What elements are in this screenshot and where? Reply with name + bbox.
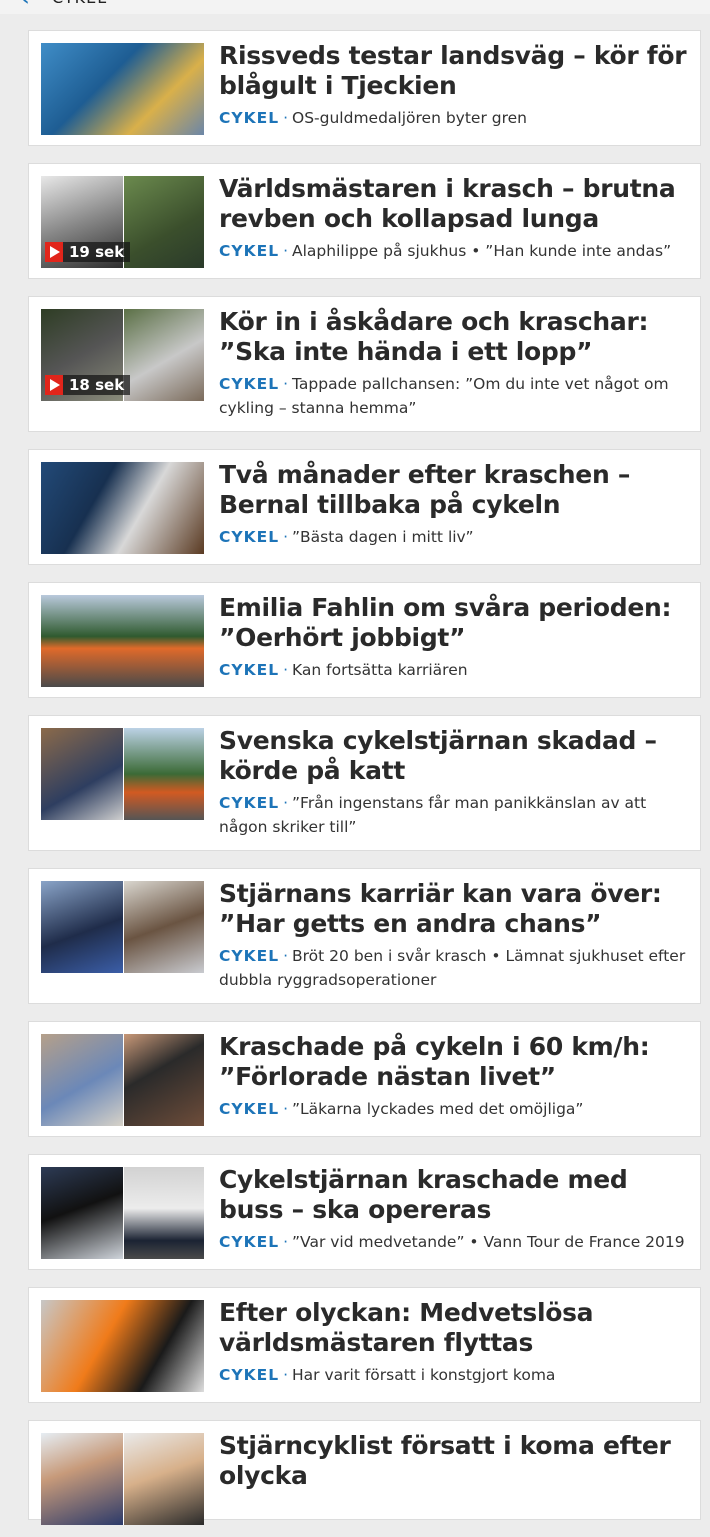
section-label[interactable]: CYKEL <box>219 375 279 393</box>
article-meta: CYKEL · ”Från ingenstans får man panikkäns… <box>219 791 690 839</box>
breadcrumb-bar: ‹ CYKEL <box>0 0 710 14</box>
article-meta: CYKEL · Kan fortsätta karriären <box>219 658 690 682</box>
article-headline[interactable]: Efter olyckan: Medvetslösa världsmästare… <box>219 1298 690 1358</box>
article-card[interactable]: Rissveds testar landsväg – kör för blågu… <box>28 30 701 146</box>
thumbnail-image-right <box>122 176 204 268</box>
article-headline[interactable]: Svenska cykelstjärnan skadad – körde på … <box>219 726 690 786</box>
section-label[interactable]: CYKEL <box>219 1100 279 1118</box>
article-card[interactable]: 18 sek Kör in i åskådare och kraschar: ”S… <box>28 296 701 432</box>
article-subtitle: OS-guldmedaljören byter gren <box>292 109 527 127</box>
article-list: Rissveds testar landsväg – kör för blågu… <box>28 30 701 1537</box>
chevron-left-icon[interactable]: ‹ <box>22 0 29 10</box>
article-meta: CYKEL · ”Läkarna lyckades med det omöjliga… <box>219 1097 690 1121</box>
article-headline[interactable]: Rissveds testar landsväg – kör för blågu… <box>219 41 690 101</box>
article-headline[interactable]: Världsmästaren i krasch – brutna revben … <box>219 174 690 234</box>
separator-dot: · <box>283 1366 289 1384</box>
article-card[interactable]: Stjärncyklist försatt i koma efter olyck… <box>28 1420 701 1525</box>
article-thumbnail[interactable] <box>41 881 204 973</box>
article-card[interactable]: Svenska cykelstjärnan skadad – körde på … <box>28 715 701 851</box>
article-card[interactable]: Cykelstjärnan kraschade med buss – ska o… <box>28 1154 701 1270</box>
article-card[interactable]: 19 sek Världsmästaren i krasch – brutna r… <box>28 163 701 279</box>
article-thumbnail[interactable] <box>41 1433 204 1525</box>
thumbnail-image-left <box>41 728 123 820</box>
separator-dot: · <box>283 375 289 393</box>
article-card[interactable]: Kraschade på cykeln i 60 km/h: ”Förlorad… <box>28 1021 701 1137</box>
article-meta: CYKEL · ”Bästa dagen i mitt liv” <box>219 525 690 549</box>
article-meta: CYKEL · ”Var vid medvetande” • Vann Tour d… <box>219 1230 690 1254</box>
thumbnail-image-left <box>41 1167 123 1259</box>
article-thumbnail[interactable] <box>41 1034 204 1126</box>
article-headline[interactable]: Två månader efter kraschen – Bernal till… <box>219 460 690 520</box>
play-icon <box>45 242 63 262</box>
separator-dot: · <box>283 661 289 679</box>
video-duration: 19 sek <box>69 243 125 261</box>
article-meta: CYKEL · Tappade pallchansen: ”Om du inte v… <box>219 372 690 420</box>
article-thumbnail[interactable]: 18 sek <box>41 309 204 401</box>
article-headline[interactable]: Cykelstjärnan kraschade med buss – ska o… <box>219 1165 690 1225</box>
thumbnail-image-left <box>41 1034 123 1126</box>
article-card[interactable]: Stjärnans karriär kan vara över: ”Har ge… <box>28 868 701 1004</box>
article-meta: CYKEL · Bröt 20 ben i svår krasch • Lämnat… <box>219 944 690 992</box>
video-duration-badge[interactable]: 18 sek <box>45 375 131 395</box>
article-headline[interactable]: Stjärncyklist försatt i koma efter olyck… <box>219 1431 690 1491</box>
article-subtitle: Har varit försatt i konstgjort koma <box>292 1366 556 1384</box>
thumbnail-image-right <box>122 1167 204 1259</box>
section-label[interactable]: CYKEL <box>219 794 279 812</box>
article-thumbnail[interactable]: 19 sek <box>41 176 204 268</box>
section-label[interactable]: CYKEL <box>219 947 279 965</box>
section-label[interactable]: CYKEL <box>219 1233 279 1251</box>
thumbnail-image-left <box>41 881 123 973</box>
play-icon <box>45 375 63 395</box>
separator-dot: · <box>283 1233 289 1251</box>
article-subtitle: Bröt 20 ben i svår krasch • Lämnat sjukh… <box>219 947 686 989</box>
article-thumbnail[interactable] <box>41 1300 204 1392</box>
article-card[interactable]: Emilia Fahlin om svåra perioden: ”Oerhör… <box>28 582 701 698</box>
separator-dot: · <box>283 109 289 127</box>
thumbnail-image-right <box>122 881 204 973</box>
article-thumbnail[interactable] <box>41 595 204 687</box>
thumbnail-image-right <box>122 1034 204 1126</box>
article-thumbnail[interactable] <box>41 1167 204 1259</box>
article-headline[interactable]: Kör in i åskådare och kraschar: ”Ska int… <box>219 307 690 367</box>
thumbnail-image-right <box>122 309 204 401</box>
section-label[interactable]: CYKEL <box>219 661 279 679</box>
article-meta: CYKEL · Har varit försatt i konstgjort kom… <box>219 1363 690 1387</box>
section-label[interactable]: CYKEL <box>219 109 279 127</box>
article-headline[interactable]: Kraschade på cykeln i 60 km/h: ”Förlorad… <box>219 1032 690 1092</box>
article-subtitle: ”Var vid medvetande” • Vann Tour de Fran… <box>292 1233 685 1251</box>
article-subtitle: Alaphilippe på sjukhus • ”Han kunde inte… <box>292 242 672 260</box>
article-thumbnail[interactable] <box>41 43 204 135</box>
breadcrumb[interactable]: CYKEL <box>52 0 107 8</box>
section-label[interactable]: CYKEL <box>219 242 279 260</box>
article-thumbnail[interactable] <box>41 728 204 820</box>
article-headline[interactable]: Emilia Fahlin om svåra perioden: ”Oerhör… <box>219 593 690 653</box>
article-thumbnail[interactable] <box>41 462 204 554</box>
section-label[interactable]: CYKEL <box>219 528 279 546</box>
article-card[interactable]: Efter olyckan: Medvetslösa världsmästare… <box>28 1287 701 1403</box>
section-label[interactable]: CYKEL <box>219 1366 279 1384</box>
thumbnail-image-left <box>41 1433 123 1525</box>
separator-dot: · <box>283 1100 289 1118</box>
separator-dot: · <box>283 528 289 546</box>
separator-dot: · <box>283 794 289 812</box>
separator-dot: · <box>283 242 289 260</box>
video-duration: 18 sek <box>69 376 125 394</box>
thumbnail-image-right <box>122 1433 204 1525</box>
article-card[interactable]: Två månader efter kraschen – Bernal till… <box>28 449 701 565</box>
separator-dot: · <box>283 947 289 965</box>
article-subtitle: ”Läkarna lyckades med det omöjliga” <box>292 1100 584 1118</box>
article-subtitle: ”Bästa dagen i mitt liv” <box>292 528 474 546</box>
article-meta: CYKEL · OS-guldmedaljören byter gren <box>219 106 690 130</box>
video-duration-badge[interactable]: 19 sek <box>45 242 131 262</box>
thumbnail-image-right <box>122 728 204 820</box>
article-meta: CYKEL · Alaphilippe på sjukhus • ”Han kund… <box>219 239 690 263</box>
article-subtitle: Kan fortsätta karriären <box>292 661 468 679</box>
article-headline[interactable]: Stjärnans karriär kan vara över: ”Har ge… <box>219 879 690 939</box>
